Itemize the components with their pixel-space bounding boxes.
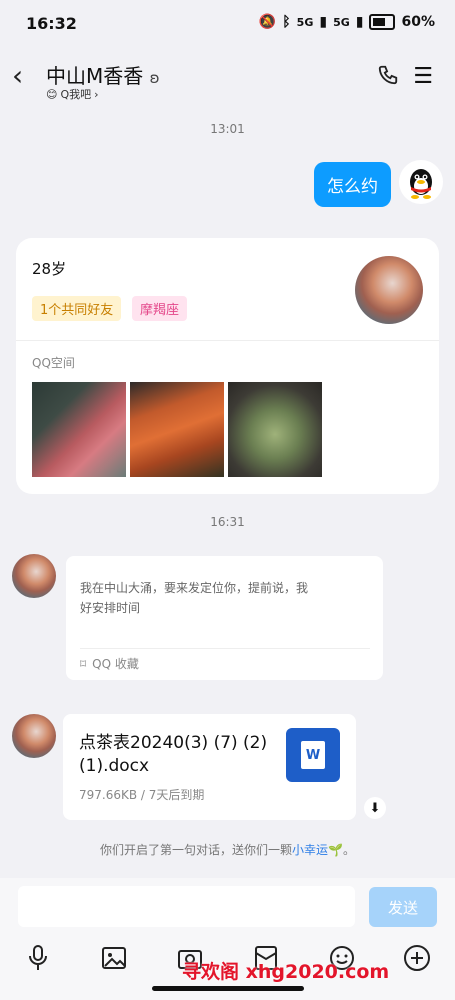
favorite-message-card[interactable]: 我在中山大涌，要来发定位你，提前说，我好安排时间 ⌑ QQ 收藏	[66, 556, 383, 680]
watermark: 寻欢阁 xhg2020.com	[182, 961, 390, 983]
image-icon[interactable]	[98, 942, 130, 974]
bookmark-icon: ⌑	[80, 656, 87, 671]
qzone-photo[interactable]	[130, 382, 224, 477]
signal-2-label: 5G	[333, 15, 350, 29]
time-divider: 16:31	[210, 515, 245, 529]
qzone-label[interactable]: QQ空间	[32, 354, 75, 371]
profile-card[interactable]: 28岁 1个共同好友 摩羯座 QQ空间	[16, 238, 439, 494]
status-time: 16:32	[26, 14, 77, 33]
chat-title-text: 中山M香香	[46, 64, 144, 88]
ear-icon[interactable]: ʚ	[150, 69, 160, 87]
voice-icon[interactable]	[22, 942, 54, 974]
menu-icon[interactable]: ☰	[413, 64, 433, 89]
signal-1-label: 5G	[296, 15, 314, 29]
back-icon[interactable]: ‹	[12, 62, 23, 90]
word-doc-icon: W	[286, 728, 340, 782]
word-doc-letter: W	[301, 741, 325, 769]
contact-avatar[interactable]	[12, 714, 56, 758]
mute-icon: 🔕	[258, 14, 277, 30]
tip-prefix: 你们开启了第一句对话，送你们一颗	[100, 843, 293, 857]
divider	[16, 340, 439, 341]
battery-level: 60%	[401, 14, 435, 30]
chat-subtitle[interactable]: 😊 Q我吧 ›	[46, 86, 99, 102]
message-text: 我在中山大涌，要来发定位你，提前说，我好安排时间	[80, 581, 309, 615]
time-divider: 13:01	[210, 122, 245, 136]
lucky-link[interactable]: 小幸运	[292, 843, 328, 857]
signal-2-icon: ▮	[355, 14, 364, 30]
subtitle-text: Q我吧	[60, 88, 92, 101]
chat-title[interactable]: 中山M香香 ʚ	[46, 60, 160, 89]
message-source-text: QQ 收藏	[92, 657, 139, 671]
file-name: 点茶表20240(3) (7) (2) (1).docx	[79, 733, 268, 776]
battery-icon	[369, 14, 396, 30]
mutual-friend-tag[interactable]: 1个共同好友	[32, 296, 122, 321]
tip-suffix: 。	[342, 843, 355, 857]
qq-penguin-icon	[410, 169, 432, 199]
file-meta: 797.66KB / 7天后到期	[79, 788, 205, 802]
home-indicator[interactable]	[152, 986, 304, 991]
contact-avatar[interactable]	[12, 554, 56, 598]
divider	[80, 648, 370, 649]
signal-1-icon: ▮	[319, 14, 328, 30]
outgoing-message[interactable]: 怎么约	[314, 162, 391, 207]
sprout-icon: 🌱	[328, 843, 343, 857]
emoji-icon: 😊	[46, 87, 58, 101]
message-input[interactable]	[18, 886, 355, 927]
age-label: 28岁	[32, 260, 67, 278]
my-avatar[interactable]	[399, 160, 443, 204]
qzone-photo[interactable]	[228, 382, 322, 477]
zodiac-tag: 摩羯座	[132, 296, 188, 321]
status-icons: 🔕 ᛒ 5G ▮ 5G ▮ 60%	[259, 14, 435, 30]
more-plus-icon[interactable]	[401, 942, 433, 974]
system-tip: 你们开启了第一句对话，送你们一颗小幸运🌱。	[0, 841, 455, 858]
message-source: ⌑ QQ 收藏	[80, 655, 139, 672]
contact-avatar[interactable]	[355, 256, 423, 324]
qzone-photo[interactable]	[32, 382, 126, 477]
download-icon[interactable]: ⬇	[364, 797, 386, 819]
chevron-right-icon: ›	[94, 87, 99, 101]
send-button[interactable]: 发送	[369, 887, 437, 927]
file-message-card[interactable]: 点茶表20240(3) (7) (2) (1).docx 797.66KB / …	[63, 714, 356, 820]
phone-icon[interactable]	[377, 64, 399, 92]
bluetooth-icon: ᛒ	[282, 14, 291, 30]
